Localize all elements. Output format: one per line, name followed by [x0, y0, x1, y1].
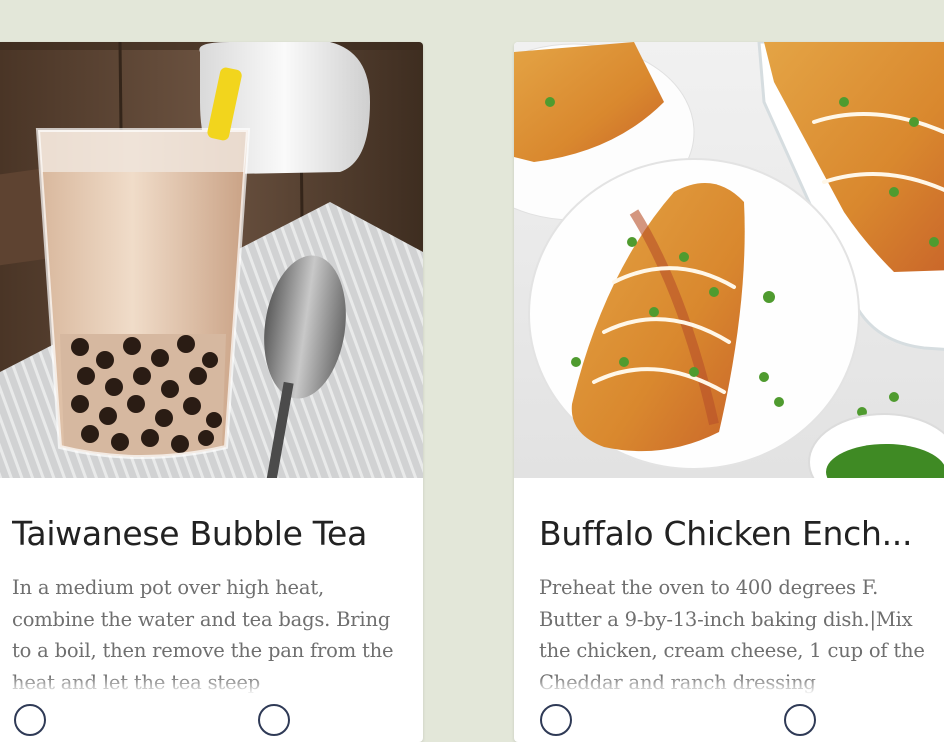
enchilada-photo [514, 42, 944, 478]
bubble-tea-photo [0, 42, 423, 478]
recipe-image-bubble-tea[interactable] [0, 42, 423, 478]
card-actions [514, 700, 944, 740]
bookmark-icon[interactable] [14, 704, 46, 736]
recipe-description: Preheat the oven to 400 degrees F. Butte… [539, 572, 928, 698]
recipe-description: In a medium pot over high heat, combine … [12, 572, 405, 698]
bookmark-icon[interactable] [540, 704, 572, 736]
recipe-title[interactable]: Buffalo Chicken Ench... [539, 512, 920, 556]
share-icon[interactable] [258, 704, 290, 736]
share-icon[interactable] [784, 704, 816, 736]
recipe-title[interactable]: Taiwanese Bubble Tea [12, 512, 411, 556]
recipe-card-buffalo-chicken[interactable]: Buffalo Chicken Ench... Preheat the oven… [514, 42, 944, 742]
recipe-card-bubble-tea[interactable]: Taiwanese Bubble Tea In a medium pot ove… [0, 42, 423, 742]
card-actions [0, 700, 423, 740]
recipe-image-buffalo-chicken[interactable] [514, 42, 944, 478]
